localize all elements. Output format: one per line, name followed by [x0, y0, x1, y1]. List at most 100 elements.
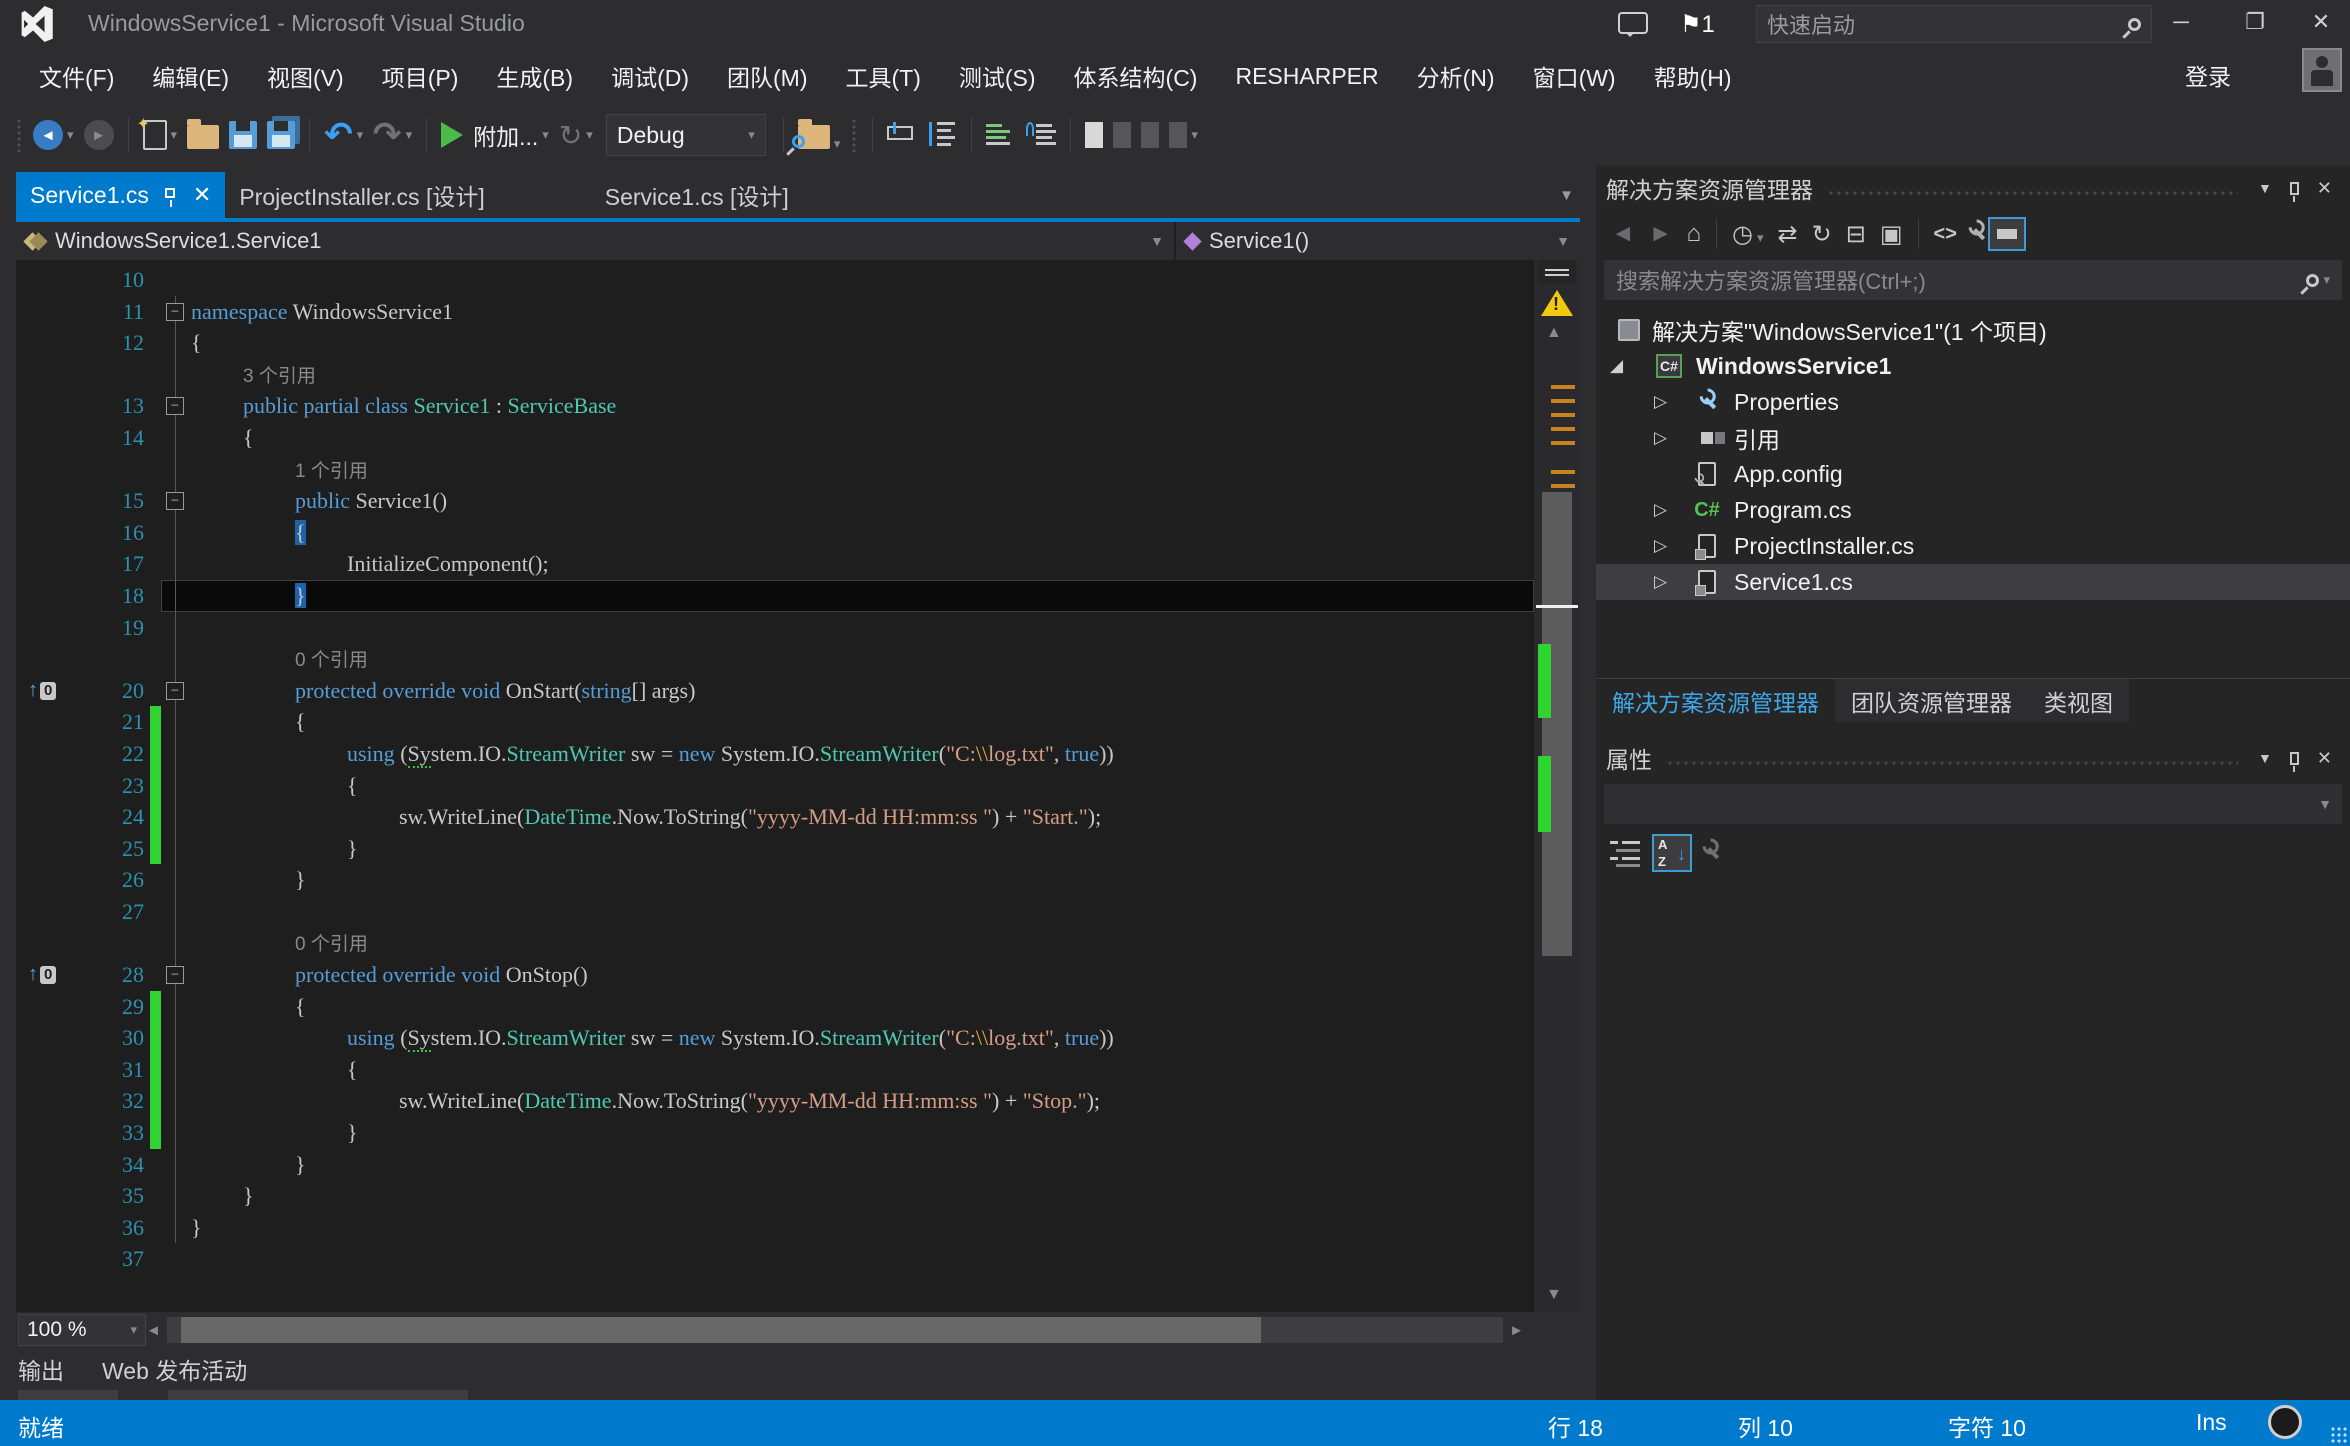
fold-collapse-icon[interactable]: − [166, 397, 184, 415]
properties-object-select[interactable]: ▼ [1604, 784, 2342, 824]
menu-item-5[interactable]: 调试(D) [592, 51, 708, 101]
se-forward-icon[interactable]: ► [1649, 220, 1673, 248]
resize-grip-icon[interactable] [2330, 1426, 2348, 1444]
minimized-panel-stub[interactable] [18, 1390, 118, 1400]
properties-icon[interactable] [1971, 220, 1981, 248]
tree-item-windowsservice1[interactable]: ◢C#WindowsService1 [1596, 348, 2350, 384]
maximize-button[interactable]: ❐ [2226, 0, 2284, 44]
menu-item-10[interactable]: RESHARPER [1216, 55, 1397, 98]
properties-titlebar[interactable]: 属性 ▼ ✕ [1596, 736, 2350, 780]
previous-bookmark-button[interactable] [1113, 115, 1131, 155]
scrollbar-thumb[interactable] [1542, 492, 1572, 956]
tree-item-projectinstaller-cs[interactable]: ▷ProjectInstaller.cs [1596, 528, 2350, 564]
tab-list-dropdown[interactable]: ▼ [1559, 187, 1574, 204]
outline-column[interactable]: − [161, 485, 191, 517]
tree-item-program-cs[interactable]: ▷C#Program.cs [1596, 492, 2350, 528]
collapsed-arrow-icon[interactable]: ▷ [1654, 392, 1667, 412]
expanded-arrow-icon[interactable]: ◢ [1610, 356, 1623, 376]
document-tab-2[interactable]: Service1.cs [设计] [591, 172, 803, 218]
save-all-button[interactable] [267, 115, 295, 155]
menu-item-2[interactable]: 视图(V) [248, 51, 363, 101]
outline-column[interactable]: − [161, 296, 191, 328]
menu-item-12[interactable]: 窗口(W) [1514, 51, 1635, 101]
attach-debugger-button[interactable]: 附加...▾ [441, 115, 549, 155]
navigate-forward-button[interactable]: ► [84, 115, 114, 155]
collapsed-arrow-icon[interactable]: ▷ [1654, 500, 1667, 520]
panel-menu-icon[interactable]: ▼ [2258, 180, 2272, 196]
toggle-bookmark-button[interactable] [1085, 115, 1103, 155]
show-all-files-icon[interactable]: ▣ [1880, 220, 1903, 249]
hscroll-thumb[interactable] [181, 1317, 1261, 1343]
fold-collapse-icon[interactable]: − [166, 682, 184, 700]
sync-selection-icon[interactable]: ⇄ [1778, 220, 1798, 249]
new-file-button[interactable]: ✦▾ [143, 115, 178, 155]
next-bookmark-button[interactable] [1141, 115, 1159, 155]
menu-item-6[interactable]: 团队(M) [708, 51, 826, 101]
preview-selected-items-toggle[interactable] [1988, 217, 2026, 251]
decrease-indent-button[interactable] [986, 115, 1016, 155]
clear-bookmarks-button[interactable]: ▾ [1169, 115, 1198, 155]
menu-item-1[interactable]: 编辑(E) [133, 51, 248, 101]
props-close-icon[interactable]: ✕ [2317, 748, 2332, 769]
tree-item-app-config[interactable]: App.config [1596, 456, 2350, 492]
pin-icon[interactable] [2290, 182, 2299, 195]
close-button[interactable]: ✕ [2292, 0, 2350, 44]
se-back-icon[interactable]: ◄ [1611, 220, 1635, 248]
outline-column[interactable]: − [161, 675, 191, 707]
categorized-icon[interactable] [1610, 839, 1640, 867]
minimize-button[interactable]: ─ [2152, 0, 2210, 44]
props-menu-icon[interactable]: ▼ [2258, 750, 2272, 766]
code-editor[interactable]: 1011−namespace WindowsService112{3 个引用13… [16, 260, 1580, 1312]
menu-item-4[interactable]: 生成(B) [477, 51, 592, 101]
tree-item--[interactable]: ▷引用 [1596, 420, 2350, 456]
collapsed-arrow-icon[interactable]: ▷ [1654, 536, 1667, 556]
notifications-flag-icon[interactable]: ⚑1 [1680, 10, 1715, 39]
menu-item-9[interactable]: 体系结构(C) [1055, 51, 1217, 101]
view-code-icon[interactable]: <> [1934, 223, 1957, 246]
bottom-tab-1[interactable]: Web 发布活动 [102, 1352, 247, 1386]
resharper-status-icon[interactable] [2268, 1405, 2302, 1439]
menu-item-8[interactable]: 测试(S) [940, 51, 1055, 101]
increase-indent-button[interactable] [1026, 115, 1056, 155]
sign-in-link[interactable]: 登录 [2185, 58, 2231, 92]
tree-item-properties[interactable]: ▷Properties [1596, 384, 2350, 420]
solution-explorer-search[interactable]: 搜索解决方案资源管理器(Ctrl+;) ▾ [1604, 260, 2342, 300]
pending-changes-filter-icon[interactable]: ◷▾ [1732, 220, 1763, 249]
menu-item-13[interactable]: 帮助(H) [1635, 51, 1751, 101]
editor-zoom-select[interactable]: 100 %▾ [18, 1314, 146, 1346]
redo-button[interactable]: ↶▾ [373, 115, 412, 155]
user-avatar[interactable] [2302, 48, 2342, 92]
horizontal-scrollbar[interactable] [167, 1317, 1503, 1343]
menu-item-7[interactable]: 工具(T) [826, 51, 939, 101]
editor-split-handle[interactable] [1538, 260, 1576, 284]
tree-item-service1-cs[interactable]: ▷Service1.cs [1596, 564, 2350, 600]
menu-item-0[interactable]: 文件(F) [20, 51, 133, 101]
hscroll-right-arrow[interactable]: ► [1509, 1322, 1524, 1339]
panel-close-icon[interactable]: ✕ [2317, 178, 2332, 199]
usages-count-badge[interactable]: 0 [40, 966, 56, 984]
scroll-down-arrow[interactable]: ▼ [1546, 1286, 1562, 1304]
tree-item--windowsservice1-1-[interactable]: 解决方案"WindowsService1"(1 个项目) [1596, 312, 2350, 348]
panel-tab-1[interactable]: 团队资源管理器 [1835, 679, 2028, 722]
outline-column[interactable]: − [161, 959, 191, 991]
menu-item-3[interactable]: 项目(P) [363, 51, 478, 101]
document-tab-0[interactable]: Service1.cs✕ [16, 172, 225, 218]
member-dropdown[interactable]: Service1() ▼ [1176, 222, 1580, 260]
usages-arrow-icon[interactable]: ↑ [28, 963, 38, 986]
panel-tab-0[interactable]: 解决方案资源管理器 [1596, 679, 1835, 722]
file-health-warning-icon[interactable] [1541, 290, 1573, 316]
collapsed-arrow-icon[interactable]: ▷ [1654, 428, 1667, 448]
undo-button[interactable]: ↶▾ [324, 115, 363, 155]
toolbar-grip[interactable] [16, 118, 22, 152]
scroll-up-arrow[interactable]: ▲ [1546, 324, 1562, 342]
alphabetical-sort-icon[interactable]: AZ↓ [1652, 834, 1692, 872]
type-dropdown[interactable]: WindowsService1.Service1 ▼ [16, 222, 1176, 260]
usages-count-badge[interactable]: 0 [40, 682, 56, 700]
document-outline-button[interactable] [927, 115, 957, 155]
fold-collapse-icon[interactable]: − [166, 303, 184, 321]
save-button[interactable] [229, 115, 257, 155]
props-pin-icon[interactable] [2290, 752, 2299, 765]
restart-button[interactable]: ↻▾ [559, 115, 593, 155]
vertical-scrollbar[interactable]: ▲ ▼ [1534, 260, 1580, 1312]
collapsed-arrow-icon[interactable]: ▷ [1654, 572, 1667, 592]
